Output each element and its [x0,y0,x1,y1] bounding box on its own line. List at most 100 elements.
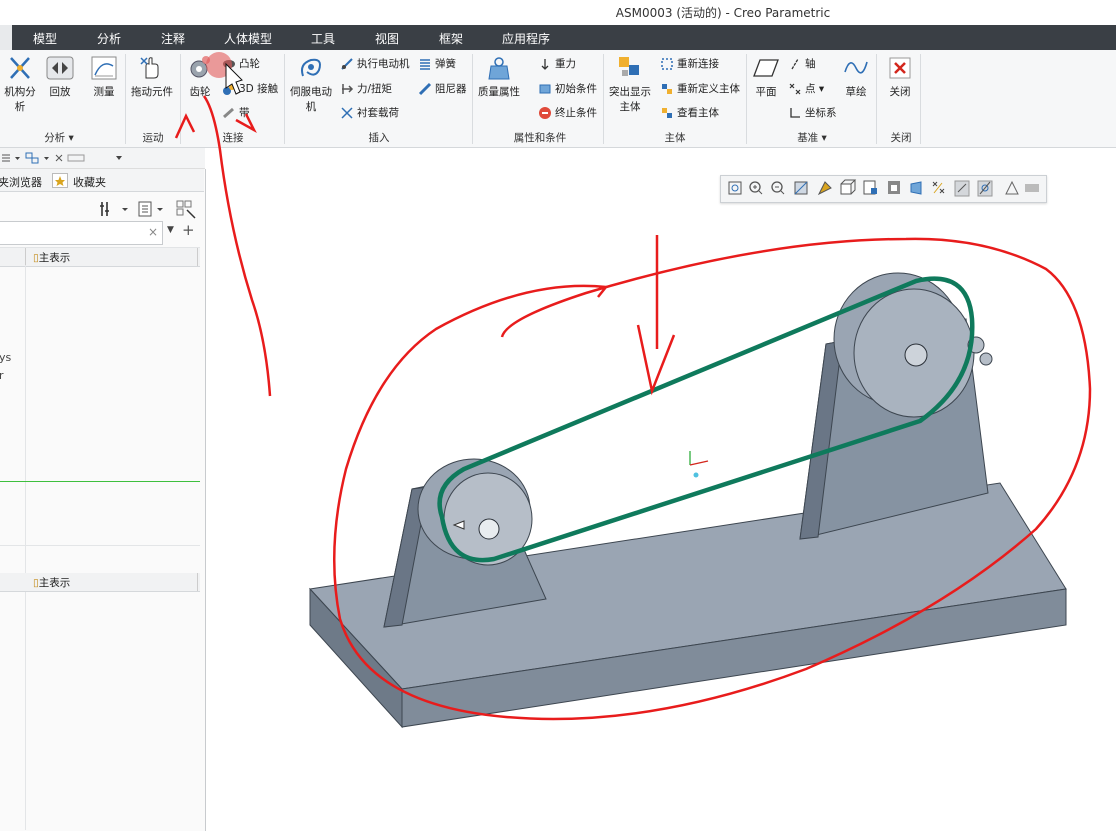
tree-item-text: r [0,369,4,382]
actuator-motor-button[interactable]: 执行电动机 [340,56,410,71]
tab-frame[interactable]: 框架 [439,30,463,47]
tab-folder-browser[interactable]: 夹浏览器 [0,174,42,190]
tree-toolbar [95,198,200,223]
tree-settings-icon[interactable] [100,202,109,216]
axis-button[interactable]: 轴 [788,56,816,71]
group-datum[interactable]: 基准 ▾ [792,130,832,145]
group-analysis[interactable]: 分析 ▾ [38,130,80,145]
window-title: ASM0003 (活动的) - Creo Parametric [615,6,831,20]
damper-button[interactable]: 阻尼器 [418,81,467,96]
mass-properties-icon [488,57,510,80]
close-small-icon[interactable] [55,154,63,162]
column-divider [197,248,198,266]
spring-button[interactable]: 弹簧 [418,56,456,71]
divider [472,54,473,144]
mass-properties-button[interactable]: 质量属性 [476,54,522,99]
gravity-button[interactable]: 重力 [538,56,576,71]
splitter-line[interactable] [0,481,200,482]
redefine-body-button[interactable]: 重新定义主体 [660,81,740,96]
belt-icon [223,107,234,119]
servo-motor-icon [301,58,321,77]
group-insert: 插入 [368,132,390,144]
reconnect-button[interactable]: 重新连接 [660,56,719,71]
assembly-model[interactable] [206,169,1116,831]
axis-icon [791,58,799,70]
point-icon [789,83,801,95]
gear-button[interactable]: 齿轮 [184,54,216,99]
view-body-button[interactable]: 查看主体 [660,105,719,120]
panel-tabs: 夹浏览器 收藏夹 [0,169,204,192]
coordinate-system-marker [689,451,709,478]
snapshot-icon[interactable] [67,154,85,162]
contact-3d-button[interactable]: 3D 接触 [222,81,278,96]
graphics-viewport[interactable] [206,169,1116,831]
force-torque-button[interactable]: 力/扭矩 [340,81,392,96]
spring-icon [420,59,430,70]
dropdown-arrow-icon[interactable] [15,157,20,160]
tree-column-header: ▯主表示 [0,573,200,592]
tab-manikin[interactable]: 人体模型 [224,30,272,47]
tab-favorites[interactable]: 收藏夹 [73,174,106,190]
tab-tools[interactable]: 工具 [311,30,335,47]
list-icon[interactable] [2,154,10,162]
file-menu-stub[interactable] [0,25,12,50]
close-button[interactable]: 关闭 [884,54,916,99]
dropdown-arrow-icon[interactable] [44,157,49,160]
tree-columns-icon[interactable] [176,200,196,219]
cam-button[interactable]: 凸轮 [222,56,260,71]
plane-icon [753,59,779,77]
reconnect-icon [661,58,673,70]
dropdown-arrow-icon[interactable] [116,156,122,160]
highlight-body-button[interactable]: 突出显示主体 [606,54,654,114]
force-icon [342,84,354,94]
group-connect: 连接 [222,132,244,144]
csys-icon [790,108,800,118]
tree-filter-icon[interactable] [138,201,152,217]
divider [180,54,181,144]
tree-icon[interactable] [25,152,39,164]
column-header[interactable]: ▯主表示 [33,575,70,590]
coordinate-system-button[interactable]: 坐标系 [788,105,837,120]
sketch-button[interactable]: 草绘 [840,54,872,99]
column-divider [25,248,26,266]
divider [0,545,200,546]
plane-button[interactable]: 平面 [750,54,782,99]
tab-view[interactable]: 视图 [375,30,399,47]
clear-search-icon[interactable]: × [148,225,158,239]
tree-search-input[interactable]: × [0,221,163,245]
column-header[interactable]: ▯主表示 [33,250,70,265]
initial-condition-button[interactable]: 初始条件 [538,81,597,96]
tree-column-header: ▯主表示 [0,247,200,267]
point-button[interactable]: 点 ▾ [788,81,824,96]
model-tree-panel: 夹浏览器 收藏夹 × ▼ + ▯主表示 ys r ▯主表示 [0,169,206,831]
stop-icon [539,107,551,119]
bushing-load-button[interactable]: 衬套载荷 [340,105,399,120]
tab-analysis[interactable]: 分析 [97,30,121,47]
group-body: 主体 [664,132,686,144]
cam-icon [223,60,235,68]
right-shaft-hole [904,343,928,367]
quick-access-toolbar [0,148,205,169]
servo-motor-button[interactable]: 伺服电动机 [288,54,334,114]
actuator-icon [341,58,353,70]
tab-annotate[interactable]: 注释 [161,30,185,47]
favorites-icon [52,173,68,188]
title-bar: ASM0003 (活动的) - Creo Parametric [0,0,1116,25]
drag-hand-icon [140,57,159,79]
dropdown-arrow-icon[interactable] [122,208,128,211]
add-icon[interactable]: + [182,221,195,239]
tab-model[interactable]: 模型 [33,30,57,47]
bushing-icon [341,107,353,119]
search-dropdown-icon[interactable]: ▼ [167,225,174,235]
termination-condition-button[interactable]: 终止条件 [538,105,597,120]
group-properties: 属性和条件 [513,132,567,144]
measure-button[interactable]: 测量 [88,54,120,99]
playback-button[interactable]: 回放 [44,54,76,99]
divider [746,54,747,144]
tab-applications[interactable]: 应用程序 [502,30,550,47]
drag-components-button[interactable]: 拖动元件 [128,54,176,99]
mech-analysis-button[interactable]: 机构分析 [0,54,40,114]
dropdown-arrow-icon[interactable] [157,208,163,211]
column-divider [197,573,198,591]
belt-button[interactable]: 带 [222,105,250,120]
